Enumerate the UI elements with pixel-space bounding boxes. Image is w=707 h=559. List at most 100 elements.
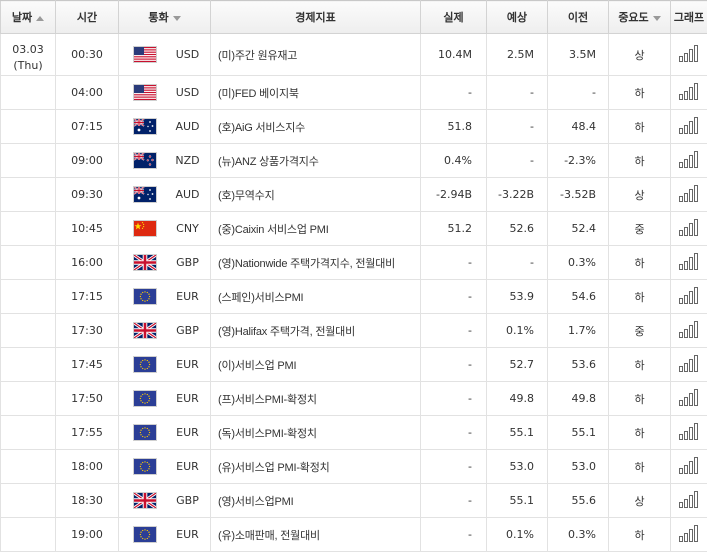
- table-row[interactable]: 16:00 GBP (영)Nationwide 주택가격지수, 전월대비 - -0.3%…: [0, 245, 707, 280]
- bar-chart-icon[interactable]: [678, 183, 700, 206]
- eu-flag-icon: [133, 527, 156, 542]
- calendar-rows: 03.03 (Thu) 00:30 USD (미)주간 원유재고 10.4M 2.5M 3.5…: [0, 33, 707, 552]
- importance-column-header[interactable]: 중요도: [608, 0, 671, 34]
- importance-value: 중: [608, 211, 671, 246]
- importance-value: 중: [608, 313, 671, 348]
- event-name[interactable]: (중)Caixin 서비스업 PMI: [210, 211, 421, 246]
- eu-flag-icon: [133, 357, 156, 372]
- previous-value: 53.0: [547, 449, 609, 484]
- event-name[interactable]: (영)서비스업PMI: [210, 483, 421, 518]
- currency-cell: GBP: [118, 313, 211, 348]
- currency-cell: NZD: [118, 143, 211, 178]
- date-cell-empty: [0, 347, 56, 382]
- bar-chart-icon[interactable]: [678, 455, 700, 478]
- bar-chart-icon[interactable]: [678, 421, 700, 444]
- currency-code: EUR: [176, 392, 199, 405]
- bar-chart-icon[interactable]: [678, 523, 700, 546]
- gb-flag-icon: [133, 323, 156, 338]
- event-name[interactable]: (호)AiG 서비스지수: [210, 109, 421, 144]
- forecast-value: 0.1%: [486, 313, 548, 348]
- time-cell: 17:50: [55, 381, 119, 416]
- previous-value: -: [547, 75, 609, 110]
- currency-code: EUR: [176, 290, 199, 303]
- date-cell: 03.03 (Thu): [0, 33, 56, 76]
- bar-chart-icon[interactable]: [678, 149, 700, 172]
- bar-chart-icon[interactable]: [678, 285, 700, 308]
- bar-chart-icon[interactable]: [678, 353, 700, 376]
- event-name[interactable]: (프)서비스PMI-확정치: [210, 381, 421, 416]
- currency-code: EUR: [176, 358, 199, 371]
- event-name[interactable]: (영)Nationwide 주택가격지수, 전월대비: [210, 245, 421, 280]
- event-name[interactable]: (뉴)ANZ 상품가격지수: [210, 143, 421, 178]
- previous-value: 52.4: [547, 211, 609, 246]
- bar-chart-icon[interactable]: [678, 489, 700, 512]
- currency-code: CNY: [176, 222, 199, 235]
- forecast-value: -3.22B: [486, 177, 548, 212]
- bar-chart-icon[interactable]: [678, 43, 700, 66]
- table-row[interactable]: 03.03 (Thu) 00:30 USD (미)주간 원유재고 10.4M 2.5M 3.5…: [0, 33, 707, 76]
- date-cell-empty: [0, 415, 56, 450]
- bar-chart-icon[interactable]: [678, 251, 700, 274]
- graph-cell: [670, 313, 707, 348]
- bar-chart-icon[interactable]: [678, 81, 700, 104]
- graph-cell: [670, 245, 707, 280]
- previous-value: 48.4: [547, 109, 609, 144]
- bar-chart-icon[interactable]: [678, 319, 700, 342]
- table-row[interactable]: 09:00 NZD (뉴)ANZ 상품가격지수 0.4% - -2.3% 하: [0, 143, 707, 178]
- previous-value: 54.6: [547, 279, 609, 314]
- importance-value: 하: [608, 415, 671, 450]
- table-row[interactable]: 17:30 GBP (영)Halifax 주택가격, 전월대비 -0.1% 1.7% 중: [0, 313, 707, 348]
- table-row[interactable]: 17:55 EUR (독)서비스PMI-확정치 -55.1 55.1 하: [0, 415, 707, 450]
- currency-code: NZD: [175, 154, 200, 167]
- table-row[interactable]: 04:00 USD (미)FED 베이지북 - - - 하: [0, 75, 707, 110]
- date-cell-empty: [0, 381, 56, 416]
- forecast-value: -: [486, 109, 548, 144]
- forecast-value: 52.6: [486, 211, 548, 246]
- bar-chart-icon[interactable]: [678, 387, 700, 410]
- table-row[interactable]: 18:30 GBP (영)서비스업PMI -55.1 55.6 상: [0, 483, 707, 518]
- table-row[interactable]: 10:45 CNY (중)Caixin 서비스업 PMI 51.2 52.6 52.4 중: [0, 211, 707, 246]
- table-row[interactable]: 17:50 EUR (프)서비스PMI-확정치 -49.8 49.8 하: [0, 381, 707, 416]
- event-name[interactable]: (이)서비스업 PMI: [210, 347, 421, 382]
- gb-flag-icon: [133, 255, 156, 270]
- date-cell-empty: [0, 75, 56, 110]
- graph-cell: [670, 211, 707, 246]
- actual-value: -: [420, 245, 487, 280]
- table-row[interactable]: 19:00 EUR (유)소매판매, 전월대비 -0.1% 0.3% 하: [0, 517, 707, 552]
- actual-value: 0.4%: [420, 143, 487, 178]
- previous-value: 55.1: [547, 415, 609, 450]
- table-row[interactable]: 09:30 AUD (호)무역수지 -2.94B -3.22B -3.52B 상: [0, 177, 707, 212]
- graph-cell: [670, 483, 707, 518]
- event-name[interactable]: (유)서비스업 PMI-확정치: [210, 449, 421, 484]
- date-cell-empty: [0, 177, 56, 212]
- gb-flag-icon: [133, 493, 156, 508]
- table-row[interactable]: 07:15 AUD (호)AiG 서비스지수 51.8-48.4 하: [0, 109, 707, 144]
- event-name[interactable]: (미)주간 원유재고: [210, 33, 421, 76]
- event-name[interactable]: (미)FED 베이지북: [210, 75, 421, 110]
- bar-chart-icon[interactable]: [678, 217, 700, 240]
- forecast-value: -: [486, 75, 548, 110]
- actual-value: -: [420, 517, 487, 552]
- us-flag-icon: [133, 85, 156, 100]
- actual-value: 10.4M: [420, 33, 487, 76]
- table-row[interactable]: 18:00 EUR (유)서비스업 PMI-확정치 -53.0 53.0 하: [0, 449, 707, 484]
- event-name[interactable]: (독)서비스PMI-확정치: [210, 415, 421, 450]
- event-name[interactable]: (호)무역수지: [210, 177, 421, 212]
- actual-value: -: [420, 313, 487, 348]
- currency-code: EUR: [176, 460, 199, 473]
- bar-chart-icon[interactable]: [678, 115, 700, 138]
- table-row[interactable]: 17:45 EUR (이)서비스업 PMI -52.7 53.6 하: [0, 347, 707, 382]
- time-cell: 17:55: [55, 415, 119, 450]
- currency-column-header[interactable]: 통화: [118, 0, 211, 34]
- currency-code: USD: [175, 48, 200, 61]
- time-cell: 18:30: [55, 483, 119, 518]
- event-name[interactable]: (영)Halifax 주택가격, 전월대비: [210, 313, 421, 348]
- event-name[interactable]: (유)소매판매, 전월대비: [210, 517, 421, 552]
- us-flag-icon: [133, 47, 156, 62]
- table-row[interactable]: 17:15 EUR (스페인)서비스PMI -53.9 54.6 하: [0, 279, 707, 314]
- eu-flag-icon: [133, 391, 156, 406]
- importance-value: 상: [608, 177, 671, 212]
- currency-cell: EUR: [118, 517, 211, 552]
- event-name[interactable]: (스페인)서비스PMI: [210, 279, 421, 314]
- date-column-header[interactable]: 날짜: [0, 0, 56, 34]
